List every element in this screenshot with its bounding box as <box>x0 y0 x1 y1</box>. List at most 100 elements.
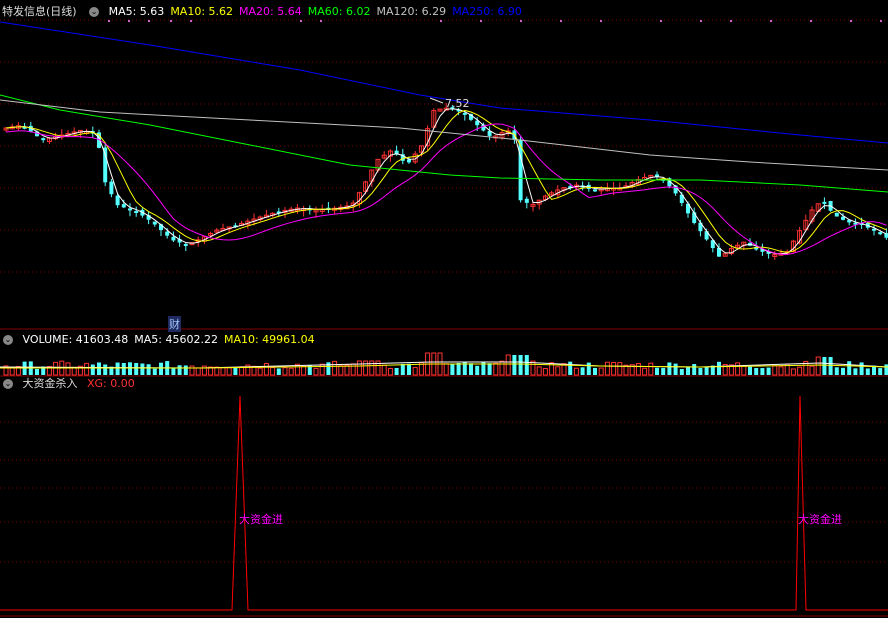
volume-bar <box>673 363 678 375</box>
volume-bar <box>338 365 344 376</box>
signal-label: 大资金进 <box>798 513 842 526</box>
ma-legend-items: MA5: 5.63 MA10: 5.62 MA20: 5.64 MA60: 6.02 M… <box>109 5 528 18</box>
candle-body <box>462 112 467 115</box>
xg-value: XG: 0.00 <box>87 377 135 390</box>
volume-bar <box>704 366 709 375</box>
marker-dot <box>170 20 172 22</box>
candle-body <box>407 159 411 163</box>
ma-legend-ma250: MA250: 6.90 <box>452 5 522 18</box>
ma20-line <box>5 123 887 256</box>
volume-legend: ⌄ VOLUME: 41603.48 MA5: 45602.22 MA10: 499… <box>0 333 327 347</box>
volume-bar <box>84 362 90 376</box>
marker-dot <box>730 20 732 22</box>
volume-bar <box>655 367 659 375</box>
volume-bar <box>661 367 666 375</box>
volume-bar <box>642 367 648 376</box>
indicator-legend: ⌄ 大资金杀入 XG: 0.00 <box>0 377 141 391</box>
volume-bar <box>469 363 473 375</box>
volume-bar <box>604 361 610 376</box>
volume-bar <box>568 361 573 375</box>
marker-dot <box>300 20 302 22</box>
volume-bar <box>679 368 684 375</box>
stock-title: 特发信息(日线) <box>2 5 77 18</box>
candle-body <box>115 195 120 206</box>
volume-bar <box>313 367 319 376</box>
volume-bar <box>865 368 870 375</box>
volume-bar <box>797 366 803 376</box>
volume-bar <box>282 367 288 376</box>
marker-dot <box>520 20 522 22</box>
volume-bar <box>97 362 101 375</box>
volume-bar <box>288 367 294 376</box>
volume-bar <box>35 368 39 375</box>
volume-bar <box>834 367 839 375</box>
volume-bar <box>542 368 548 376</box>
volume-bar <box>580 367 585 375</box>
marker-dot <box>440 20 442 22</box>
candle-body <box>183 244 188 247</box>
ma-legend-ma120: MA120: 6.29 <box>376 5 447 18</box>
volume-bar <box>407 363 411 375</box>
collapse-icon[interactable]: ⌄ <box>3 379 13 389</box>
volume-bar <box>326 362 331 375</box>
volume-bar <box>487 363 492 375</box>
volume-bar <box>263 363 269 376</box>
volume-bar <box>741 365 747 376</box>
volume-legend-items: VOLUME: 41603.48 MA5: 45602.22 MA10: 49961… <box>23 333 321 346</box>
volume-bar <box>381 364 387 376</box>
volume-bar <box>233 367 238 375</box>
volume-bar <box>853 368 858 375</box>
candle-body <box>128 208 132 211</box>
volume-bar <box>121 362 126 375</box>
collapse-icon[interactable]: ⌄ <box>89 7 100 17</box>
volume-bar <box>760 368 765 375</box>
candle-body <box>593 189 597 192</box>
volume-bar <box>450 364 455 375</box>
collapse-icon[interactable]: ⌄ <box>3 335 13 345</box>
volume-bar <box>276 368 281 375</box>
volume-bar <box>611 362 617 376</box>
marker-dot <box>108 20 110 22</box>
volume-bar <box>356 360 362 376</box>
volume-bar <box>815 356 821 376</box>
high-price-label: 7.52 <box>445 97 470 110</box>
volume-bar <box>189 365 195 376</box>
finance-marker[interactable]: 财 <box>168 316 181 332</box>
volume-panel[interactable]: ⌄ VOLUME: 41603.48 MA5: 45602.22 MA10: 499… <box>0 331 888 377</box>
volume-bar <box>518 355 523 375</box>
candlestick-chart[interactable]: 7.52 <box>0 0 888 330</box>
ma-legend-ma60: MA60: 6.02 <box>307 5 371 18</box>
volume-bar <box>841 367 845 375</box>
volume-bar <box>146 364 151 375</box>
volume-bar <box>735 362 741 376</box>
candle-body <box>109 181 114 195</box>
ma-legend-ma5: MA5: 5.63 <box>108 5 165 18</box>
marker-dot <box>190 20 192 22</box>
candle-body <box>152 221 157 225</box>
volume-bar <box>524 355 529 375</box>
volume-bar <box>698 368 703 375</box>
marker-dot <box>148 20 150 22</box>
indicator-chart[interactable] <box>0 376 888 618</box>
volume-bar <box>475 365 480 375</box>
volume-bar <box>573 367 579 376</box>
candle-body <box>165 231 170 236</box>
volume-bar <box>593 367 597 375</box>
marker-dot <box>810 20 812 22</box>
ma-legend-ma10: MA10: 5.62 <box>170 5 234 18</box>
volume-bar <box>195 367 201 376</box>
main-chart-panel[interactable]: 7.52 特发信息(日线) ⌄ MA5: 5.63 MA10: 5.62 MA20:… <box>0 0 888 332</box>
volume-bar <box>400 363 405 375</box>
candle-body <box>121 204 126 208</box>
volume-bar <box>505 354 511 376</box>
volume-bar <box>171 368 176 375</box>
marker-dot <box>320 20 322 22</box>
marker-dot <box>660 20 662 22</box>
volume-bar <box>456 362 461 375</box>
indicator-panel[interactable]: ⌄ 大资金杀入 XG: 0.00 大资金进 大资金进 <box>0 376 888 618</box>
volume-bar <box>598 367 604 376</box>
signal-label: 大资金进 <box>239 513 283 526</box>
indicator-title: 大资金杀入 <box>22 377 78 390</box>
volume-bar <box>220 367 226 376</box>
candle-body <box>841 216 845 220</box>
